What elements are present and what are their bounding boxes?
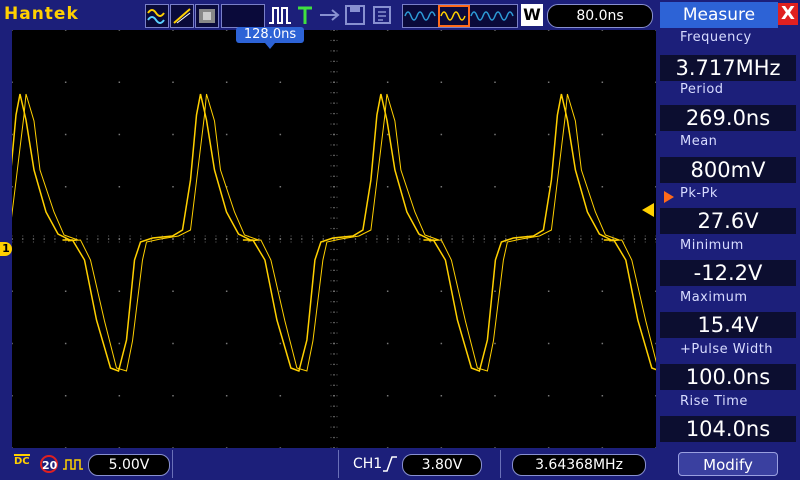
measure-value-pkpk[interactable]: 27.6V [660,208,796,234]
waveform-type-icon[interactable] [145,4,169,28]
status-area [221,4,265,28]
measure-label-rise-time: Rise Time [680,394,748,409]
measure-value-frequency[interactable]: 3.717MHz [660,55,796,81]
trigger-position-readout: 128.0ns [236,27,304,43]
trigger-level-marker-icon[interactable] [642,203,654,217]
measure-label-frequency: Frequency [680,30,752,45]
probe-icon [62,456,84,476]
waveform-display [12,30,656,448]
measure-value-mean[interactable]: 800mV [660,157,796,183]
pulse-icon[interactable] [268,4,292,26]
close-icon[interactable]: X [778,3,798,25]
settings-icon[interactable] [371,4,393,26]
trigger-frequency-readout: 3.64368MHz [512,454,646,476]
trigger-position-arrow-icon [265,43,275,49]
measure-value-period[interactable]: 269.0ns [660,105,796,131]
cursor-icon[interactable] [318,4,340,26]
save-icon[interactable] [344,4,366,26]
separator [338,450,339,478]
measure-label-pulse-width: +Pulse Width [680,342,774,357]
modify-button[interactable]: Modify [678,452,778,476]
window-zoom-button[interactable]: W [521,4,543,26]
trigger-icon[interactable] [296,4,314,26]
graticule-and-trace [12,30,656,448]
measure-value-minimum[interactable]: -12.2V [660,260,796,286]
ch1-trace [12,93,656,372]
measure-title: Measure [660,2,778,28]
timebase-readout[interactable]: 80.0ns [547,4,653,28]
trigger-level-readout[interactable]: 3.80V [402,454,482,476]
ch1-scale-readout[interactable]: 5.00V [88,454,170,476]
coupling-label: DC [14,454,30,467]
measure-value-maximum[interactable]: 15.4V [660,312,796,338]
xy-mode-icon[interactable] [170,4,194,28]
bandwidth-limit-icon[interactable]: 20 [40,455,58,473]
measure-label-pkpk: Pk-Pk [680,186,718,201]
memory-overview[interactable] [402,4,518,28]
measure-label-mean: Mean [680,134,718,149]
measure-label-minimum: Minimum [680,238,744,253]
measure-label-period: Period [680,82,724,97]
rising-edge-icon [382,455,398,477]
measure-value-pulse-width[interactable]: 100.0ns [660,364,796,390]
persistence-icon[interactable] [195,4,219,28]
ch1-ground-marker[interactable]: 1 [0,242,12,256]
graticule-grid [12,30,656,448]
coupling-indicator: DC [14,454,30,467]
trigger-source-label: CH1 [353,456,383,472]
ch1-trace-echo [12,93,656,372]
brand-logo: Hantek [4,4,79,24]
separator [500,450,501,478]
measure-label-maximum: Maximum [680,290,748,305]
measure-value-rise-time[interactable]: 104.0ns [660,416,796,442]
separator [172,450,173,478]
selected-arrow-icon [664,191,674,203]
